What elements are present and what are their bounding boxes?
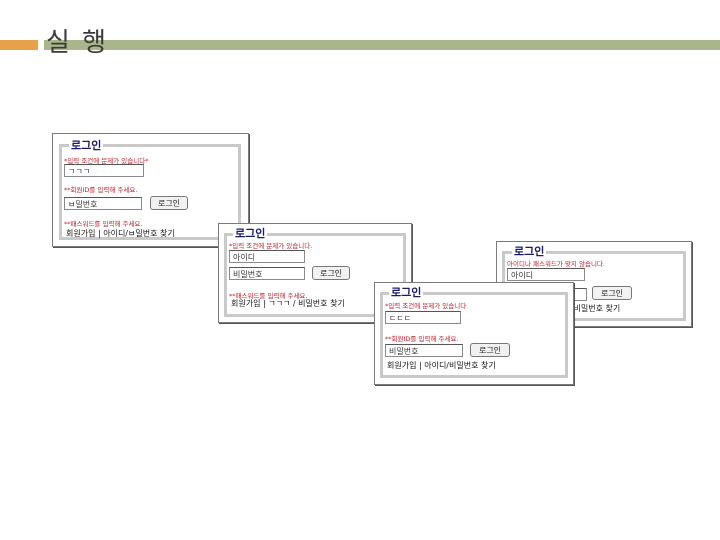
error-message: *입력 조건에 문제가 있습니다. (229, 242, 313, 250)
login-button[interactable]: 로그인 (312, 266, 350, 280)
account-links[interactable]: 회원가입 | 아이디/비밀번호 찾기 (387, 360, 496, 371)
header-accent-right (44, 40, 720, 50)
password-input[interactable]: ㅂ밀번호 (64, 197, 142, 210)
password-error-message: **패스워드를 입력해 주세요. (64, 220, 143, 228)
login-legend: 로그인 (389, 284, 424, 300)
id-input[interactable]: ㄱㄱㄱ (64, 164, 144, 177)
password-input[interactable]: 비밀번호 (229, 267, 305, 280)
login-legend: 로그인 (233, 225, 268, 241)
login-legend: 로그인 (69, 137, 104, 153)
id-input[interactable]: 아이디 (229, 250, 305, 263)
login-panel-4: 로그인 *입력 조건에 문제가 있습니다 ㄷㄷㄷ **회원ID를 입력해 주세요… (374, 282, 574, 385)
login-button[interactable]: 로그인 (150, 196, 188, 210)
password-input[interactable]: 비밀번호 (385, 344, 463, 357)
login-button[interactable]: 로그인 (592, 286, 632, 300)
error-message: *입력 조건에 문제가 있습니다 (385, 302, 467, 310)
id-input[interactable]: ㄷㄷㄷ (385, 311, 461, 324)
login-button[interactable]: 로그인 (470, 343, 510, 357)
error-message: 아이디나 패스워드가 맞지 않습니다. (507, 260, 605, 268)
header-accent-left (0, 40, 38, 50)
id-input[interactable]: 아이디 (507, 268, 585, 281)
account-links[interactable]: 회원가입 | ㄱㄱㄱ / 비밀번호 찾기 (231, 298, 345, 309)
login-legend: 로그인 (512, 243, 547, 259)
slide-title: 실 행 (46, 28, 109, 58)
id-error-message: **회원ID를 입력해 주세요. (385, 335, 459, 343)
account-links[interactable]: 회원가입 | 아이디/ㅂ밀번호 찾기 (66, 228, 175, 239)
id-error-message: **회원ID를 입력해 주세요. (64, 186, 138, 194)
